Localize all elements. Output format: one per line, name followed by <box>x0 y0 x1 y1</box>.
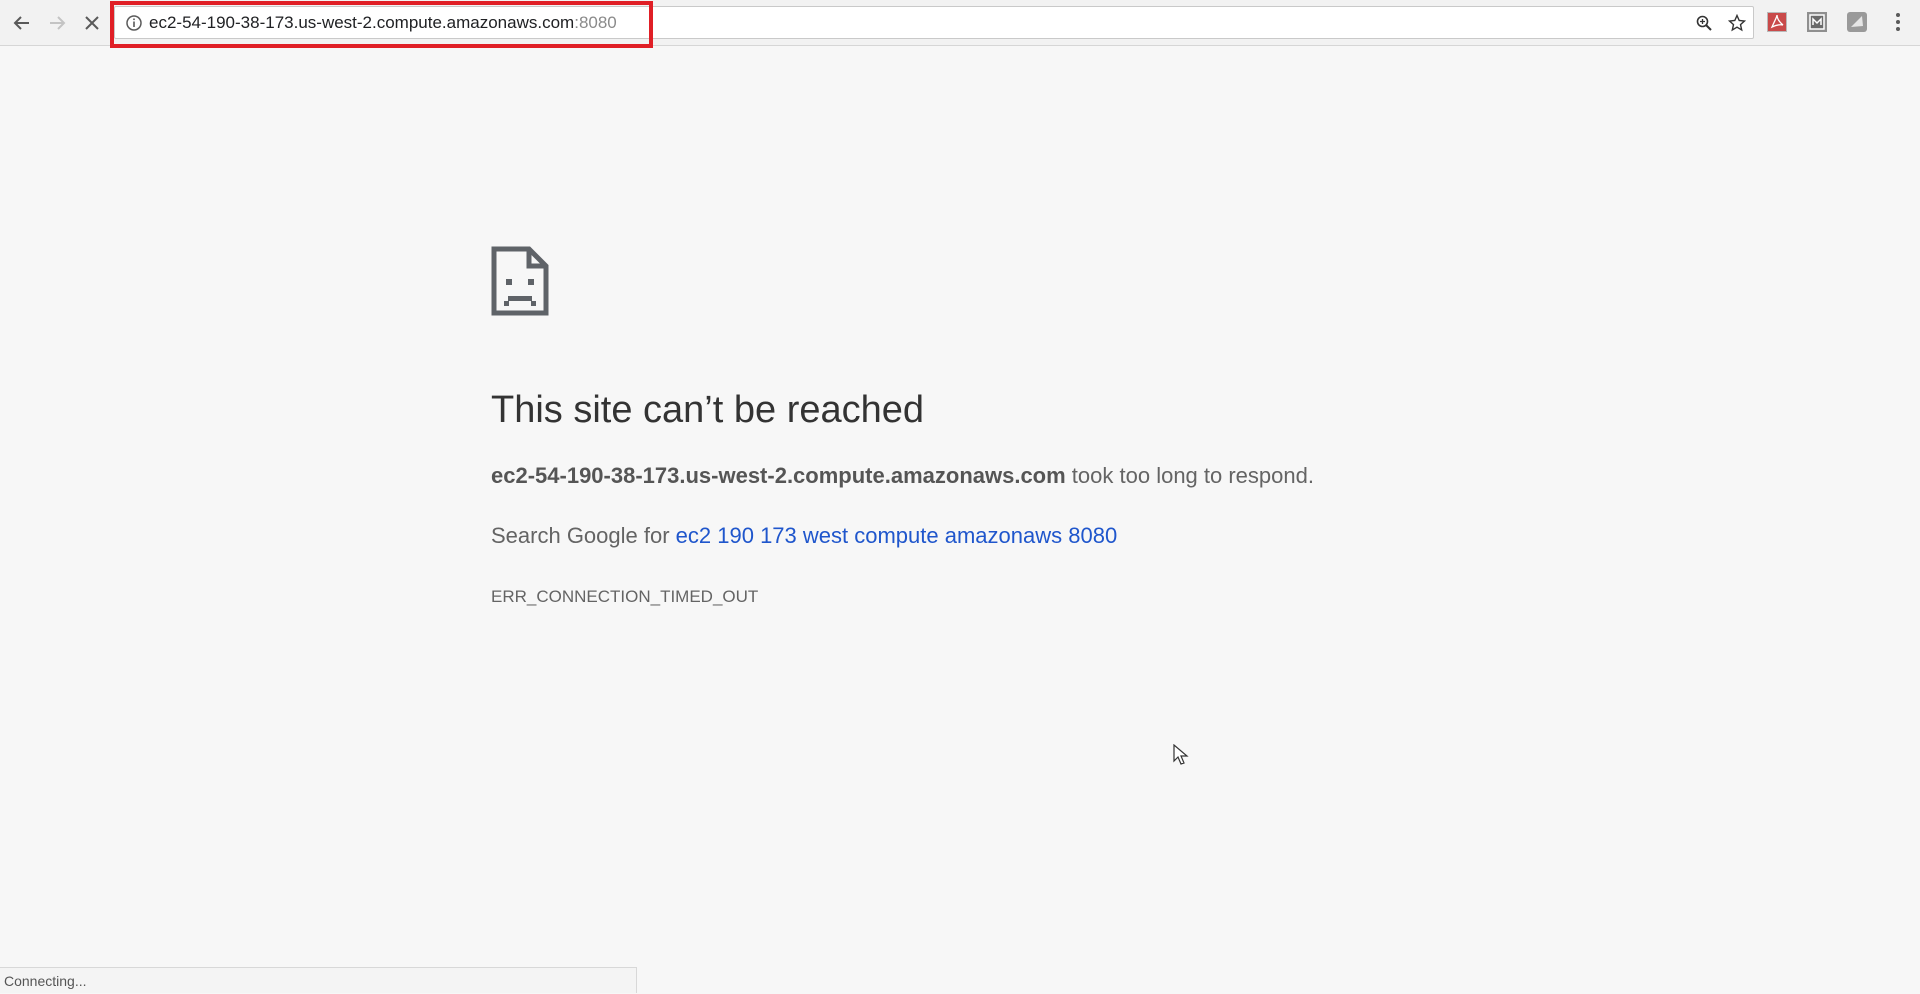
forward-arrow-icon <box>50 16 66 30</box>
sad-document-icon <box>491 246 549 316</box>
url-port: :8080 <box>574 13 617 32</box>
back-arrow-icon <box>13 16 29 30</box>
pdf-extension-icon[interactable] <box>1766 11 1788 33</box>
error-code: ERR_CONNECTION_TIMED_OUT <box>491 587 759 606</box>
zoom-icon[interactable] <box>1693 12 1715 34</box>
error-title: This site can’t be reached <box>491 389 925 431</box>
error-description: ec2-54-190-38-173.us-west-2.compute.amaz… <box>491 463 1314 489</box>
info-icon[interactable] <box>125 14 143 32</box>
url-host: ec2-54-190-38-173.us-west-2.compute.amaz… <box>149 13 575 32</box>
search-google-link[interactable]: ec2 190 173 west compute amazonaws 8080 <box>676 523 1118 548</box>
mouse-cursor-icon <box>1173 744 1189 765</box>
back-button[interactable] <box>8 9 36 37</box>
error-host: ec2-54-190-38-173.us-west-2.compute.amaz… <box>491 463 1066 488</box>
stop-x-icon <box>85 16 99 30</box>
kebab-menu-icon[interactable] <box>1887 11 1909 33</box>
extension-icon[interactable] <box>1806 11 1828 33</box>
browser-toolbar: ec2-54-190-38-173.us-west-2.compute.amaz… <box>0 0 1920 46</box>
url-text[interactable]: ec2-54-190-38-173.us-west-2.compute.amaz… <box>149 7 617 38</box>
address-bar[interactable]: ec2-54-190-38-173.us-west-2.compute.amaz… <box>114 6 1754 39</box>
search-suggestion: Search Google for ec2 190 173 west compu… <box>491 523 1117 549</box>
search-prefix: Search Google for <box>491 523 676 548</box>
stop-button[interactable] <box>78 9 106 37</box>
forward-button[interactable] <box>43 9 71 37</box>
status-bubble: Connecting... <box>0 967 637 993</box>
star-icon[interactable] <box>1726 12 1748 34</box>
error-desc-text: took too long to respond. <box>1065 463 1314 488</box>
extension-icon[interactable] <box>1846 11 1868 33</box>
